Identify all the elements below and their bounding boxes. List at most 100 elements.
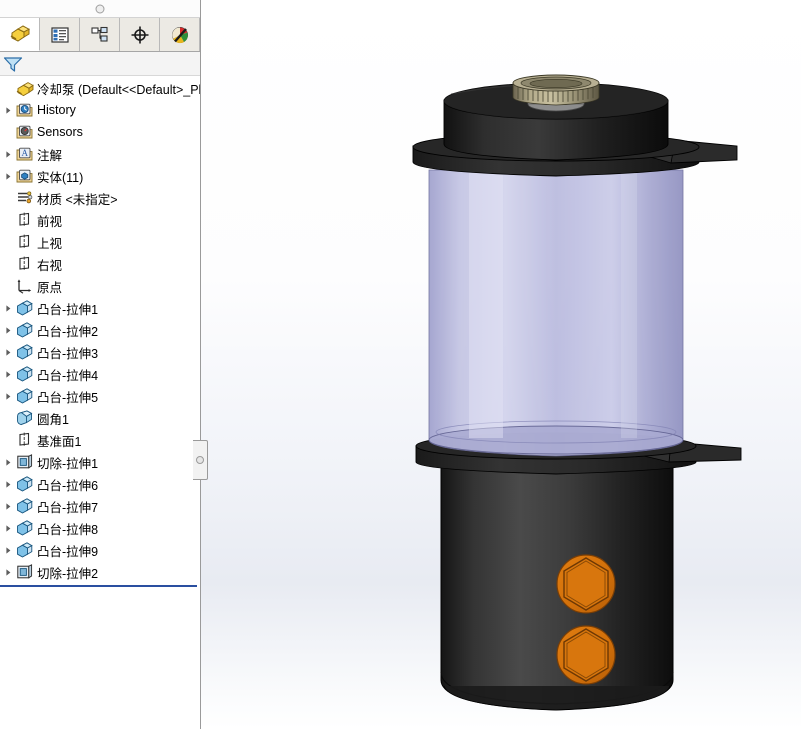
tree-item-label: 注解: [37, 148, 63, 163]
property-list-icon: [50, 26, 69, 43]
tree-item-label: 切除-拉伸1: [37, 456, 99, 471]
tree-item[interactable]: 圆角1: [0, 407, 200, 429]
tab-configuration-manager[interactable]: [80, 18, 120, 51]
tree-item-expander[interactable]: [2, 348, 15, 357]
tree-item-label: 凸台-拉伸7: [37, 500, 99, 515]
tree-item-expander[interactable]: [2, 304, 15, 313]
boss-extrude-icon: [17, 366, 33, 382]
tree-item-label: 实体(11): [37, 170, 84, 185]
boss-extrude-icon: [15, 498, 34, 514]
plane-icon: [19, 234, 30, 248]
tree-item[interactable]: Sensors: [0, 121, 200, 143]
tree-item[interactable]: 上视: [0, 231, 200, 253]
plane-icon: [15, 234, 34, 250]
tree-item[interactable]: 基准面1: [0, 429, 200, 451]
fillet-icon: [15, 410, 34, 426]
translucent-cylinder[interactable]: [428, 169, 684, 457]
rollback-bar[interactable]: [0, 585, 197, 587]
tree-item-label: History: [37, 103, 76, 117]
tree-item[interactable]: 凸台-拉伸1: [0, 297, 200, 319]
tree-item[interactable]: 凸台-拉伸3: [0, 341, 200, 363]
tree-item-expander[interactable]: [2, 524, 15, 533]
tree-item[interactable]: 凸台-拉伸9: [0, 539, 200, 561]
tree-item-expander[interactable]: [2, 370, 15, 379]
tree-item[interactable]: 凸台-拉伸6: [0, 473, 200, 495]
chevron-right-icon[interactable]: [4, 370, 13, 379]
tree-item[interactable]: 凸台-拉伸7: [0, 495, 200, 517]
tree-item-expander[interactable]: [2, 568, 15, 577]
tree-item-label: 前视: [37, 214, 63, 229]
fillet-icon: [17, 410, 33, 426]
chevron-right-icon[interactable]: [4, 524, 13, 533]
tree-item-label: 凸台-拉伸8: [37, 522, 99, 537]
origin-icon: [15, 278, 34, 294]
chevron-right-icon[interactable]: [4, 392, 13, 401]
tree-item[interactable]: 切除-拉伸1: [0, 451, 200, 473]
tree-item[interactable]: 凸台-拉伸5: [0, 385, 200, 407]
tree-item-expander[interactable]: [2, 458, 15, 467]
sensors-folder-icon: [16, 125, 33, 139]
chevron-right-icon[interactable]: [4, 106, 13, 115]
cad-model-cooling-pump[interactable]: [201, 0, 801, 729]
tree-item-label: 凸台-拉伸9: [37, 544, 99, 559]
tree-item-expander[interactable]: [2, 502, 15, 511]
tree-item[interactable]: 原点: [0, 275, 200, 297]
tree-item-expander[interactable]: [2, 150, 15, 159]
chevron-right-icon[interactable]: [4, 150, 13, 159]
hex-bolt-lower[interactable]: [556, 625, 616, 685]
tree-item[interactable]: 右视: [0, 253, 200, 275]
chevron-right-icon[interactable]: [4, 502, 13, 511]
chevron-right-icon[interactable]: [4, 458, 13, 467]
tree-item-label: 凸台-拉伸6: [37, 478, 99, 493]
tree-item[interactable]: 实体(11): [0, 165, 200, 187]
annotations-folder-icon: A: [16, 147, 33, 161]
origin-icon: [17, 279, 32, 294]
tree-filter-row[interactable]: [0, 52, 200, 76]
tree-item[interactable]: 凸台-拉伸8: [0, 517, 200, 539]
chevron-right-icon[interactable]: [4, 326, 13, 335]
tree-item[interactable]: 凸台-拉伸2: [0, 319, 200, 341]
tab-dimxpert-manager[interactable]: [120, 18, 160, 51]
material-icon: [15, 190, 34, 206]
solidworks-window: 冷却泵 (Default<<Default>_Ph History Sensors…: [0, 0, 801, 729]
history-folder-icon: [16, 103, 33, 117]
tree-item[interactable]: 材质 <未指定>: [0, 187, 200, 209]
boss-extrude-icon: [15, 476, 34, 492]
chevron-right-icon[interactable]: [4, 568, 13, 577]
boss-extrude-icon: [15, 300, 34, 316]
tree-item-expander[interactable]: [2, 326, 15, 335]
tree-item[interactable]: 切除-拉伸2: [0, 561, 200, 583]
chevron-right-icon[interactable]: [4, 304, 13, 313]
plane-icon: [19, 212, 30, 226]
graphics-area[interactable]: [201, 0, 801, 729]
feature-tree[interactable]: 冷却泵 (Default<<Default>_Ph History Sensors…: [0, 76, 200, 729]
part-icon: [15, 81, 34, 97]
panel-splitter-handle[interactable]: [193, 440, 208, 480]
configuration-icon: [90, 26, 108, 42]
tab-feature-manager[interactable]: [0, 18, 40, 51]
tree-item[interactable]: 前视: [0, 209, 200, 231]
cut-extrude-icon: [15, 564, 34, 580]
tab-display-manager[interactable]: [160, 18, 200, 51]
cut-extrude-icon: [15, 454, 34, 470]
tree-item-expander[interactable]: [2, 480, 15, 489]
tree-root-item[interactable]: 冷却泵 (Default<<Default>_Ph: [0, 78, 200, 99]
tree-item[interactable]: History: [0, 99, 200, 121]
panel-collapse-handle[interactable]: [0, 0, 200, 18]
chevron-right-icon[interactable]: [4, 348, 13, 357]
tab-property-manager[interactable]: [40, 18, 80, 51]
chevron-right-icon[interactable]: [4, 172, 13, 181]
plane-icon: [19, 432, 30, 446]
tree-item[interactable]: 凸台-拉伸4: [0, 363, 200, 385]
tree-item-expander[interactable]: [2, 106, 15, 115]
tree-item-label: 基准面1: [37, 434, 82, 449]
solid-bodies-folder-icon: [15, 168, 34, 184]
chevron-right-icon[interactable]: [4, 480, 13, 489]
tree-item[interactable]: A 注解: [0, 143, 200, 165]
tree-item-expander[interactable]: [2, 392, 15, 401]
hex-bolt-upper[interactable]: [556, 554, 616, 614]
tree-item-expander[interactable]: [2, 172, 15, 181]
chevron-right-icon[interactable]: [4, 546, 13, 555]
boss-extrude-icon: [17, 498, 33, 514]
tree-item-expander[interactable]: [2, 546, 15, 555]
